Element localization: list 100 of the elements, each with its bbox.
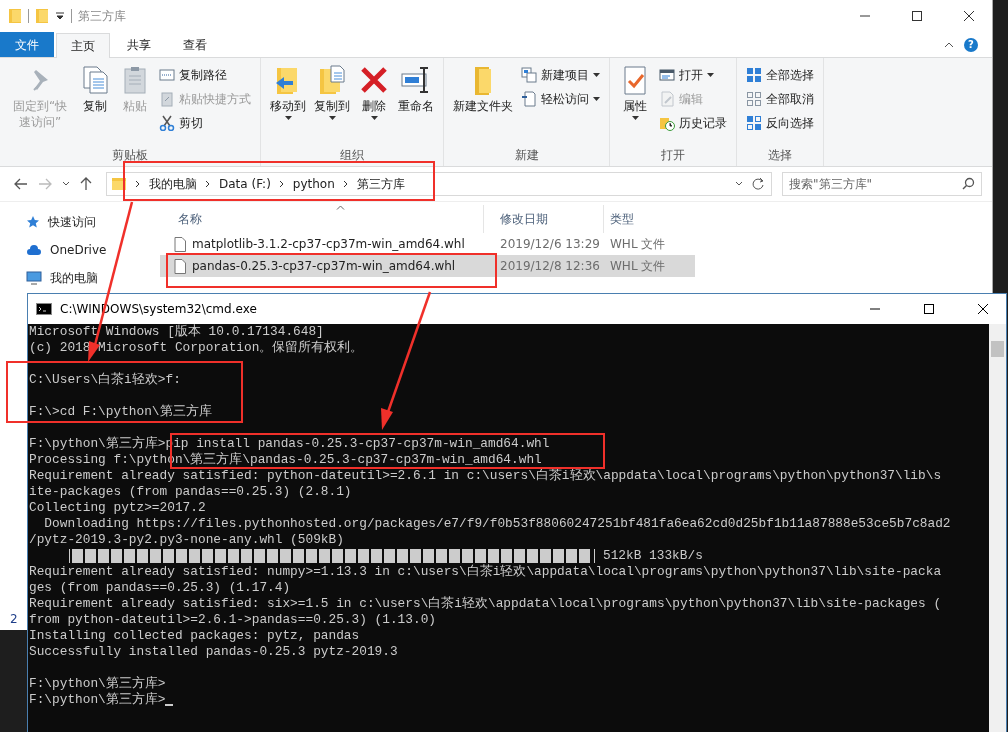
breadcrumb-item[interactable]: 第三方库 (356, 175, 405, 193)
group-label: 组织 (339, 147, 366, 164)
maximize-icon (912, 11, 922, 21)
caret-icon[interactable] (62, 181, 70, 187)
console-line: (c) 2018 Microsoft Corporation。保留所有权利。 (29, 340, 364, 356)
group-label: 选择 (767, 147, 794, 164)
progress-reading: 512kB 133kB/s (603, 548, 703, 564)
ribbon-button[interactable]: 复制到 (311, 62, 354, 144)
scrollbar[interactable] (989, 324, 1006, 732)
sidebar-item[interactable]: OneDrive (0, 236, 160, 264)
file-icon (174, 258, 186, 274)
console-line: F:\python\第三方库> (29, 676, 166, 692)
ribbon-button[interactable]: 重命名 (395, 62, 438, 144)
status-text: 2 (10, 612, 18, 626)
ribbon-button[interactable]: 复制路径 (156, 64, 255, 86)
ribbon-button[interactable]: 反向选择 (743, 112, 818, 134)
computer-icon (26, 271, 42, 285)
file-date: 2019/12/8 12:36 (499, 259, 601, 273)
caret-icon[interactable] (55, 11, 65, 21)
file-row[interactable]: matplotlib-3.1.2-cp37-cp37m-win_amd64.whl 2019/12/6 13:29 WHL 文件 (160, 233, 695, 255)
search-field[interactable]: 搜索"第三方库" (782, 172, 982, 196)
maximize-icon (924, 304, 934, 314)
console-line: /pytz-2019.3-py2.py3-none-any.whl (509kB) (29, 532, 344, 548)
select-all-icon (746, 67, 763, 83)
file-name: pandas-0.25.3-cp37-cp37m-win_amd64.whl (192, 259, 456, 273)
console-line: Microsoft Windows [版本 10.0.17134.648] (29, 324, 324, 340)
ribbon-button[interactable]: 删除 (355, 62, 394, 144)
breadcrumb-item[interactable]: Data (F:) (219, 177, 271, 191)
close-icon (978, 304, 988, 314)
file-type: WHL 文件 (609, 235, 667, 253)
search-icon (962, 177, 975, 190)
new-item-icon (521, 67, 538, 83)
ribbon-button[interactable]: 历史记录 (656, 112, 731, 134)
console-line: ges (from pandas==0.25.3) (1.17.4) (29, 580, 291, 596)
ribbon-button[interactable]: 移动到 (267, 62, 310, 144)
caret-icon (593, 97, 601, 101)
console-line: ite-packages (from pandas==0.25.3) (2.8.1) (29, 484, 352, 500)
file-row[interactable]: pandas-0.25.3-cp37-cp37m-win_amd64.whl 2019/12/8 12:36 WHL 文件 (160, 255, 695, 277)
file-icon (174, 236, 186, 252)
group-label: 剪贴板 (111, 147, 150, 164)
console-line: from python-dateutil>=2.6.1->pandas==0.25.3) (1.13.0) (29, 612, 436, 628)
caret-icon (707, 73, 715, 77)
help-button[interactable]: ? (964, 37, 978, 52)
up-icon[interactable] (80, 177, 92, 191)
address-bar[interactable]: 我的电脑 Data (F:) python 第三方库 (106, 172, 772, 196)
caret-icon (631, 116, 639, 120)
console-line: Requirement already satisfied: python-dateutil>=2.6.1 in c:\users\白茶i轻欢\appdata\local\programs\python\python37\lib\s (29, 468, 942, 484)
path-icon (159, 67, 176, 83)
chevron-icon[interactable] (205, 180, 211, 188)
ribbon-button[interactable]: 全部取消 (743, 88, 818, 110)
console-line: Successfully installed pandas-0.25.3 pytz-2019.3 (29, 644, 398, 660)
page-icon (521, 91, 538, 107)
star-icon (26, 215, 40, 229)
clipboard-icon (159, 91, 176, 107)
window-icon (659, 67, 676, 83)
sidebar-item[interactable]: 快速访问 (0, 208, 160, 236)
file-name: matplotlib-3.1.2-cp37-cp37m-win_amd64.whl (192, 237, 465, 251)
caret-icon[interactable] (735, 181, 743, 187)
console-line: F:\>cd F:\python\第三方库 (29, 404, 212, 420)
file-type: WHL 文件 (609, 257, 667, 275)
caret-icon (593, 73, 601, 77)
cloud-icon (26, 244, 42, 256)
ribbon-tab[interactable]: 查看 (168, 33, 222, 57)
caret-icon (370, 116, 378, 120)
column-header[interactable]: 类型 (604, 205, 672, 233)
chevron-icon[interactable] (135, 180, 141, 188)
console-line: Installing collected packages: pytz, pandas (29, 628, 360, 644)
refresh-icon[interactable] (751, 177, 765, 191)
breadcrumb-item[interactable]: 我的电脑 (149, 175, 197, 193)
column-header[interactable]: 名称 (160, 205, 484, 233)
chevron-icon[interactable] (278, 180, 285, 188)
group-label: 新建 (513, 147, 540, 164)
console-line: Requirement already satisfied: numpy>=1.13.3 in c:\users\白茶i轻欢\appdata\local\programs\python\python37\lib\site-packa (29, 564, 942, 580)
breadcrumb-item[interactable]: python (292, 177, 335, 191)
invert-select-icon (746, 115, 763, 131)
ribbon-button[interactable]: 复制 (76, 62, 115, 144)
select-none-icon (746, 91, 763, 107)
ribbon-tab[interactable]: 主页 (56, 33, 110, 58)
sidebar-item[interactable]: 我的电脑 (0, 264, 160, 292)
ribbon-button[interactable]: 剪切 (156, 112, 255, 134)
folder-icon (8, 8, 22, 24)
file-date: 2019/12/6 13:29 (499, 237, 601, 251)
console-line: F:\python\第三方库> (29, 692, 166, 708)
ribbon-button[interactable]: 新建项目 (518, 64, 604, 86)
ribbon-button[interactable]: 属性 (616, 62, 655, 144)
ribbon-tab[interactable]: 共享 (112, 33, 166, 57)
ribbon-button[interactable]: 打开 (656, 64, 731, 86)
console-line: Collecting pytz>=2017.2 (29, 500, 206, 516)
chevron-icon[interactable] (944, 40, 954, 49)
chevron-icon[interactable] (342, 180, 349, 188)
ribbon-button[interactable]: 新建文件夹 (450, 62, 517, 144)
console-icon (36, 303, 52, 315)
window-title: 第三方库 (78, 7, 126, 25)
caret-icon (284, 116, 292, 120)
column-header[interactable]: 修改日期 (484, 205, 604, 233)
ribbon-tab[interactable]: 文件 (0, 32, 54, 57)
group-label: 打开 (660, 147, 687, 164)
ribbon-button[interactable]: 全部选择 (743, 64, 818, 86)
back-icon[interactable] (14, 178, 28, 190)
ribbon-button[interactable]: 轻松访问 (518, 88, 604, 110)
